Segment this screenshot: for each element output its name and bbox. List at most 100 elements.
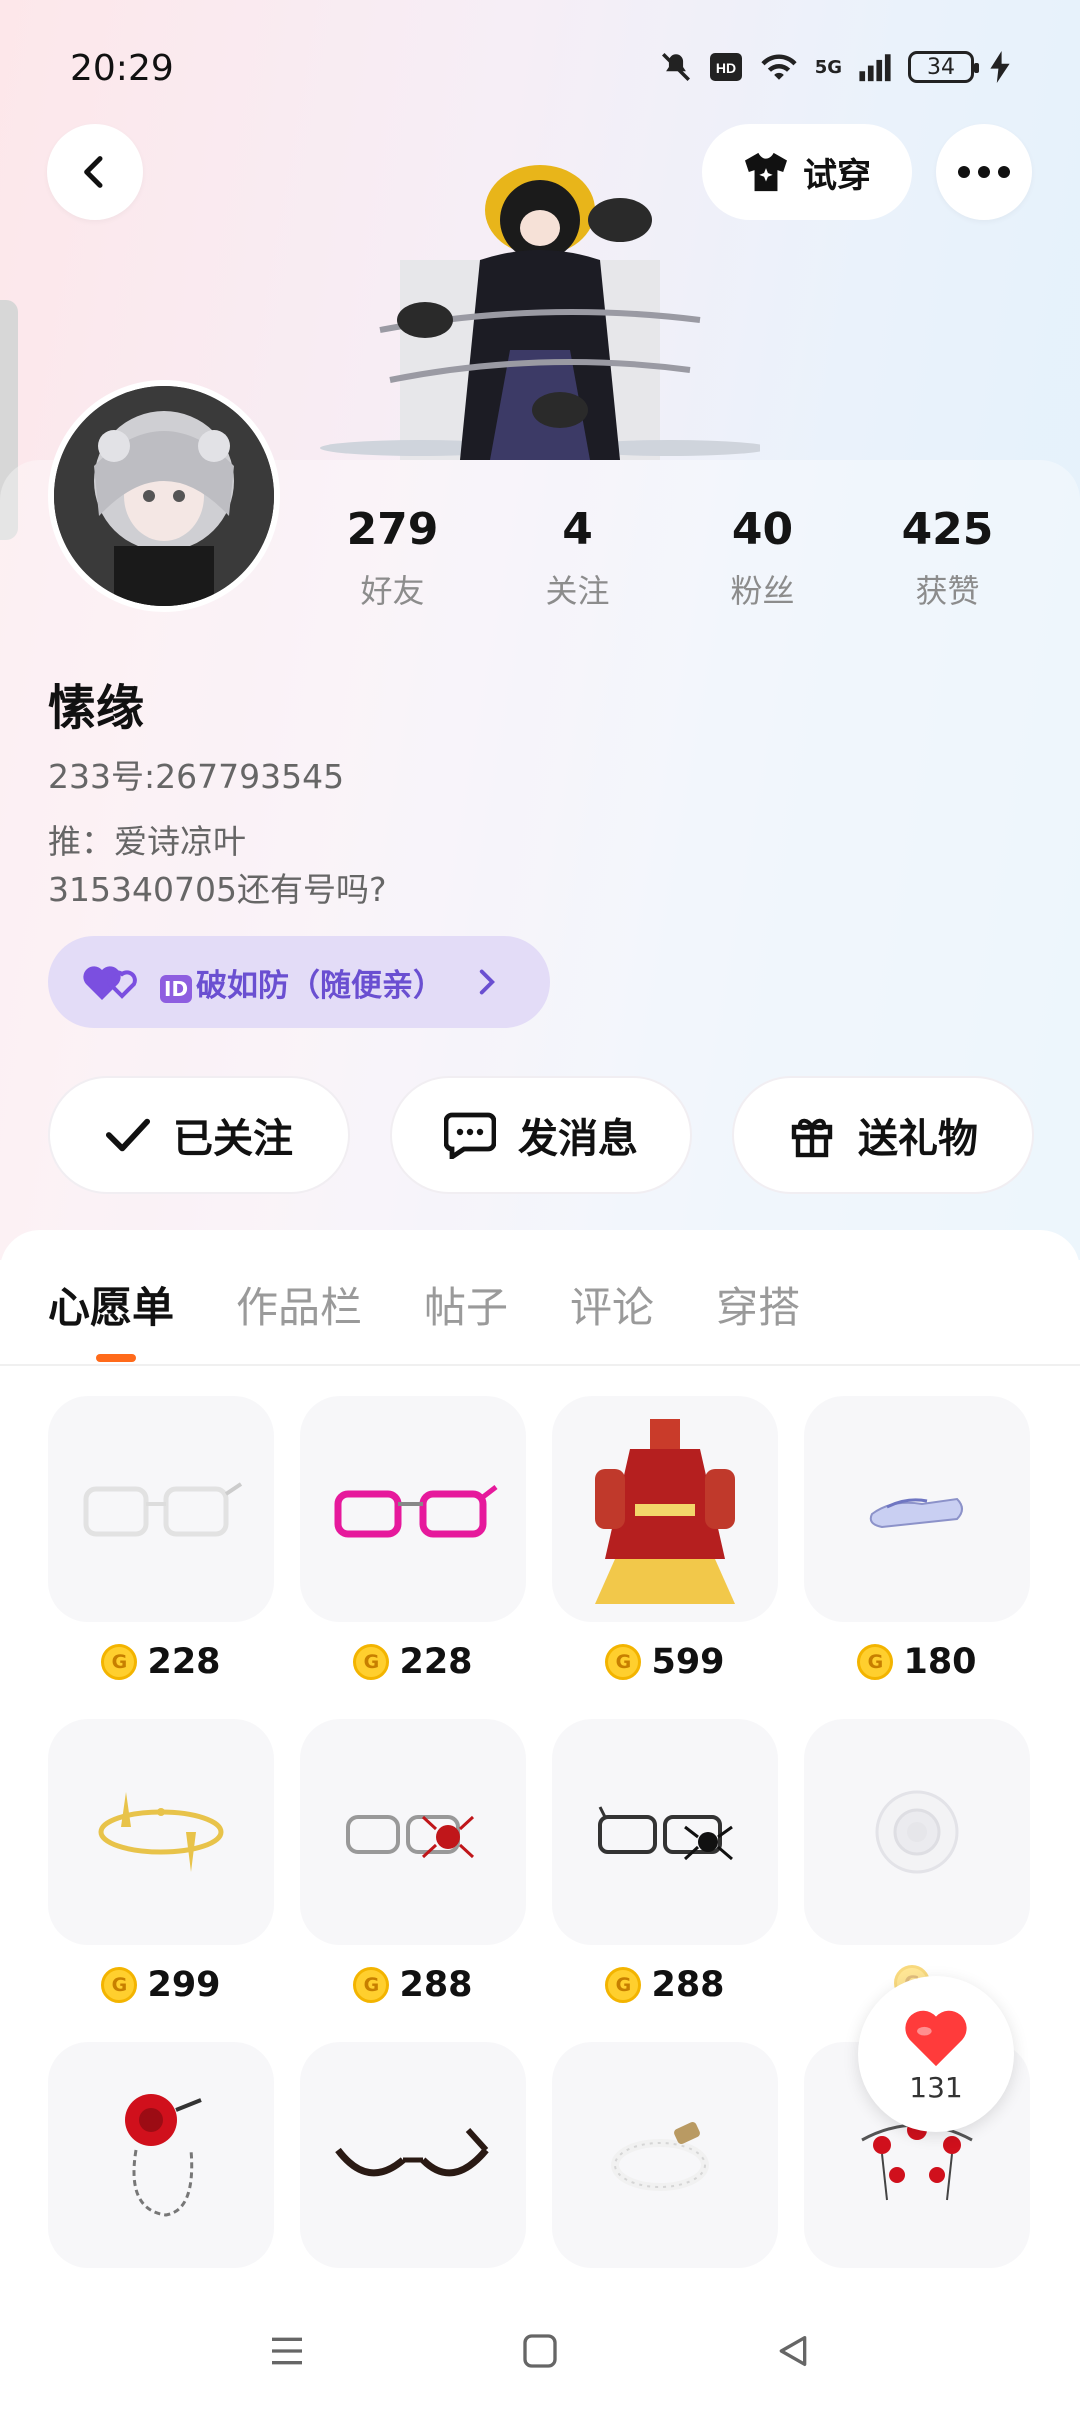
chevron-left-icon [84,156,103,188]
chevron-right-icon [479,969,496,995]
mute-icon [661,52,690,82]
avatar-image [54,386,274,606]
send-message-button[interactable]: 发消息 [390,1076,692,1194]
item-image [552,1396,778,1622]
dress-icon [595,1419,735,1604]
badge-text: 破如防（随便亲） [196,967,445,1004]
item-price: G 599 [552,1642,778,1682]
price-value: 599 [651,1642,725,1682]
glasses-icon [83,1482,243,1537]
stat-friends[interactable]: 279 好友 [300,500,485,612]
coin-icon: G [101,1644,138,1680]
chat-bubble-icon [444,1112,496,1159]
more-options-button[interactable] [936,124,1032,220]
stat-likes[interactable]: 425 获赞 [855,500,1040,612]
gift-icon [791,1118,833,1158]
item-image [552,2042,778,2268]
spider-glasses-icon [346,1815,475,1859]
svg-text:HD: HD [716,60,736,76]
try-on-label: 试穿 [803,155,871,196]
tab-outfits[interactable]: 穿搭 [716,1274,800,1335]
price-value: 228 [399,1642,473,1682]
back-triangle-icon[interactable] [773,2331,813,2371]
system-navigation-bar [0,2290,1080,2412]
followed-label: 已关注 [173,1116,293,1162]
item-price: G 228 [300,1642,526,1682]
send-gift-button[interactable]: 送礼物 [732,1076,1034,1194]
badge-label: ID 破如防（随便亲） [160,960,444,1005]
menu-icon[interactable] [267,2331,307,2371]
wishlist-item[interactable]: G 180 [804,1396,1030,1719]
wifi-icon [761,54,797,80]
item-price: G 299 [48,1965,274,2005]
price-value: 288 [651,1965,725,2005]
avatar-figure-image [320,165,760,460]
tab-wishlist[interactable]: 心愿单 [48,1274,174,1335]
send-gift-label: 送礼物 [858,1116,978,1162]
tab-posts[interactable]: 帖子 [424,1274,508,1335]
followed-button[interactable]: 已关注 [48,1076,350,1194]
tshirt-icon [745,152,787,192]
stat-value: 425 [901,504,994,555]
tab-works[interactable]: 作品栏 [236,1274,362,1335]
action-buttons: 已关注 发消息 送礼物 [48,1076,1034,1194]
item-image [300,1719,526,1945]
back-button[interactable] [47,124,143,220]
try-on-button[interactable]: 试穿 [702,124,912,220]
status-icons: HD 5G 34 [659,50,1010,84]
like-count: 131 [909,2070,963,2104]
price-value: 180 [903,1642,977,1682]
halo-icon [98,1792,224,1872]
wishlist-item[interactable]: G 228 [48,1396,274,1719]
like-button[interactable]: 131 [858,1976,1014,2132]
send-message-label: 发消息 [518,1116,638,1162]
more-dots-icon [958,166,1010,178]
coin-icon: G [101,1967,138,2003]
active-tab-indicator [96,1354,136,1362]
hd-icon: HD [709,53,742,81]
wishlist-item[interactable]: G 288 [300,1719,526,2042]
checkmark-icon [105,1118,151,1152]
glasses-icon [335,2127,489,2177]
price-value: 299 [147,1965,221,2005]
battery-icon: 34 [908,51,979,83]
tab-divider [0,1364,1080,1366]
relationship-badge[interactable]: ID 破如防（随便亲） [48,936,550,1028]
shoes-icon [869,1497,963,1529]
rose-chain-icon [125,2094,202,2217]
wishlist-grid: G 228 G 228 G 599 G 180 G 299 G 288 G 28… [48,1396,1032,2365]
item-price: G 228 [48,1642,274,1682]
coin-icon: G [353,1967,390,2003]
item-image [300,1396,526,1622]
item-image [804,1396,1030,1622]
price-value: 228 [147,1642,221,1682]
coin-icon: G [353,1644,390,1680]
stat-value: 4 [562,504,593,555]
status-time: 20:29 [70,48,174,89]
coin-icon: G [857,1644,894,1680]
stat-value: 40 [731,504,794,555]
charging-icon [990,51,1010,83]
item-image [48,1719,274,1945]
item-image [804,1719,1030,1945]
battery-level: 34 [927,54,955,80]
stat-label: 获赞 [915,572,980,610]
item-price: G 288 [300,1965,526,2005]
wishlist-item[interactable]: G 299 [48,1719,274,2042]
heart-icon [905,2010,967,2066]
network-type: 5G [814,56,842,78]
stat-following[interactable]: 4 关注 [485,500,670,612]
signal-icon [859,54,891,82]
stat-followers[interactable]: 40 粉丝 [670,500,855,612]
content-section: 心愿单 作品栏 帖子 评论 穿搭 G 228 G 228 G 599 G 180… [0,1230,1080,2412]
home-square-icon[interactable] [520,2331,560,2371]
tab-comments[interactable]: 评论 [570,1274,654,1335]
stats-row: 279 好友 4 关注 40 粉丝 425 获赞 [300,500,1040,612]
profile-avatar[interactable] [48,380,280,612]
item-image [48,1396,274,1622]
wishlist-item[interactable]: G 228 [300,1396,526,1719]
item-price: G 180 [804,1642,1030,1682]
wishlist-item[interactable]: G 288 [552,1719,778,2042]
wishlist-item[interactable]: G 599 [552,1396,778,1719]
tab-bar: 心愿单 作品栏 帖子 评论 穿搭 [48,1274,800,1335]
